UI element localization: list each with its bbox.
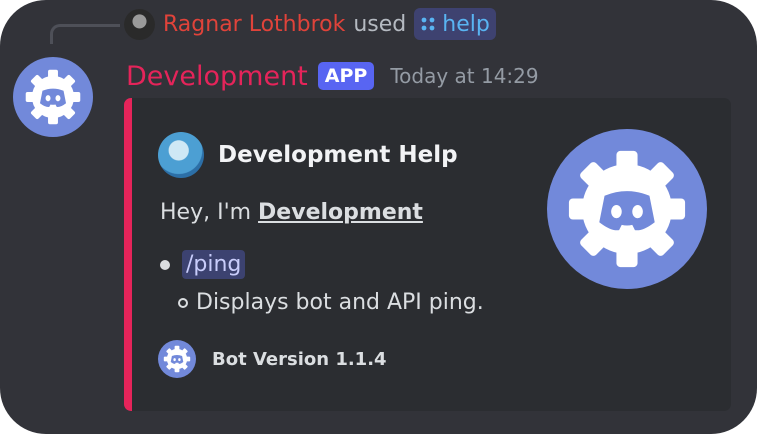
command-list-item: /ping <box>160 250 246 279</box>
reply-used-label: used <box>353 11 407 37</box>
embed: Development Help Hey, I'm Development /p… <box>124 98 731 411</box>
embed-author: Development Help <box>158 132 458 178</box>
chat-message: Ragnar Lothbrok used help Development AP… <box>0 0 757 434</box>
reply-username[interactable]: Ragnar Lothbrok <box>163 12 345 37</box>
embed-footer: Bot Version 1.1.4 <box>158 340 387 378</box>
bot-avatar[interactable] <box>13 57 93 137</box>
command-description-item: Displays bot and API ping. <box>178 290 484 315</box>
message-header: Development APP Today at 14:29 <box>126 56 539 96</box>
bot-name[interactable]: Development <box>126 61 308 92</box>
bullet-ring-icon <box>178 297 188 308</box>
bullet-dot-icon <box>160 259 170 270</box>
command-name: help <box>442 11 490 37</box>
slash-command-icon <box>421 17 435 31</box>
command-description: Displays bot and API ping. <box>196 290 484 315</box>
embed-thumbnail[interactable] <box>547 129 707 289</box>
description-bold-name: Development <box>258 200 423 225</box>
command-pill[interactable]: help <box>414 8 496 40</box>
gear-discord-icon <box>163 345 191 373</box>
gear-discord-icon <box>568 150 686 268</box>
gear-discord-icon <box>25 69 81 125</box>
embed-description: Hey, I'm Development <box>160 200 423 225</box>
app-badge: APP <box>317 62 375 90</box>
reply-connector <box>50 24 120 44</box>
footer-text: Bot Version 1.1.4 <box>212 348 387 370</box>
footer-icon <box>158 340 196 378</box>
message-timestamp[interactable]: Today at 14:29 <box>390 64 538 88</box>
embed-author-name: Development Help <box>218 142 458 168</box>
ping-command-mention[interactable]: /ping <box>182 250 246 279</box>
user-avatar[interactable] <box>124 8 155 40</box>
shark-avatar-icon <box>158 132 204 178</box>
description-prefix: Hey, I'm <box>160 200 259 225</box>
command-reply-header[interactable]: Ragnar Lothbrok used help <box>124 7 496 41</box>
